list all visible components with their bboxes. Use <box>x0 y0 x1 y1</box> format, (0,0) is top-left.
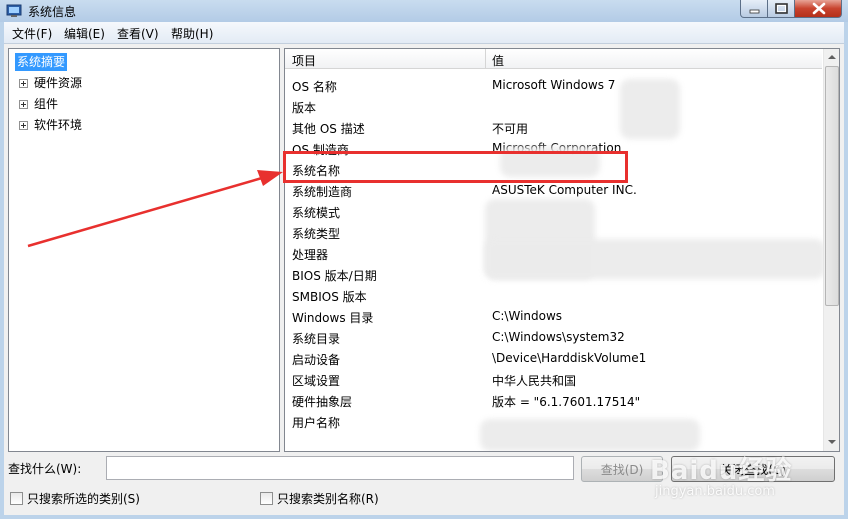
category-tree[interactable]: 系统摘要 硬件资源 组件 软件环境 <box>8 48 280 452</box>
menu-view[interactable]: 查看(V) <box>117 25 159 42</box>
privacy-blur <box>620 79 680 139</box>
tree-item-software[interactable]: 软件环境 <box>34 116 82 134</box>
window-title: 系统信息 <box>28 5 77 19</box>
row-value: 不可用 <box>492 122 529 136</box>
privacy-blur <box>480 419 700 451</box>
checkbox-box[interactable] <box>260 492 273 505</box>
checkbox-box[interactable] <box>10 492 23 505</box>
find-what-input[interactable] <box>106 456 574 480</box>
table-row[interactable]: SMBIOS 版本 <box>285 285 822 306</box>
close-icon <box>812 2 826 15</box>
row-item: 系统类型 <box>292 227 341 241</box>
row-value: ASUSTeK Computer INC. <box>492 183 637 197</box>
row-item: SMBIOS 版本 <box>292 290 367 304</box>
highlight-box <box>283 151 628 183</box>
table-row[interactable]: 系统目录 C:\Windows\system32 <box>285 327 822 348</box>
row-item: 区域设置 <box>292 374 341 388</box>
watermark-brand: Baidu经验 <box>650 456 793 486</box>
title-bar: 系统信息 <box>0 0 848 22</box>
table-row[interactable]: 其他 OS 描述 不可用 <box>285 117 822 138</box>
row-value: \Device\HarddiskVolume1 <box>492 351 647 365</box>
menu-edit[interactable]: 编辑(E) <box>64 25 105 42</box>
row-item: 系统制造商 <box>292 185 353 199</box>
row-item: 系统目录 <box>292 332 341 346</box>
scroll-down-icon[interactable] <box>824 434 840 450</box>
tree-item-components[interactable]: 组件 <box>34 95 58 113</box>
row-value: 中华人民共和国 <box>492 374 577 388</box>
table-row[interactable]: 系统制造商 ASUSTeK Computer INC. <box>285 180 822 201</box>
minimize-icon <box>749 9 760 14</box>
row-value: 版本 = "6.1.7601.17514" <box>492 395 641 409</box>
expand-icon[interactable] <box>19 100 28 109</box>
row-item: 版本 <box>292 101 317 115</box>
column-divider[interactable] <box>485 49 486 69</box>
checkbox-label: 只搜索类别名称(R) <box>277 492 379 506</box>
search-category-names-checkbox[interactable]: 只搜索类别名称(R) <box>260 490 379 507</box>
menu-help[interactable]: 帮助(H) <box>171 25 213 42</box>
vertical-scrollbar[interactable] <box>823 49 840 451</box>
list-header: 项目 值 <box>285 49 822 69</box>
row-item: Windows 目录 <box>292 311 374 325</box>
row-value: C:\Windows\system32 <box>492 330 625 344</box>
client-area: 系统摘要 硬件资源 组件 软件环境 项目 值 OS 名称 Microsoft Wi… <box>4 44 844 515</box>
row-item: 启动设备 <box>292 353 341 367</box>
row-item: 用户名称 <box>292 416 341 430</box>
column-header-value[interactable]: 值 <box>492 52 504 69</box>
table-row[interactable]: OS 名称 Microsoft Windows 7 <box>285 75 822 96</box>
privacy-blur <box>485 239 825 279</box>
minimize-button[interactable] <box>740 0 768 18</box>
menu-file[interactable]: 文件(F) <box>12 25 52 42</box>
table-row[interactable]: 区域设置 中华人民共和国 <box>285 369 822 390</box>
tree-item-system-summary[interactable]: 系统摘要 <box>15 53 68 71</box>
table-row[interactable]: 启动设备 \Device\HarddiskVolume1 <box>285 348 822 369</box>
search-selected-category-checkbox[interactable]: 只搜索所选的类别(S) <box>10 490 140 507</box>
watermark-url: jingyan.baidu.com <box>655 484 775 499</box>
table-row[interactable]: 版本 <box>285 96 822 117</box>
row-item: 系统模式 <box>292 206 341 220</box>
row-value: Microsoft Windows 7 <box>492 78 616 92</box>
details-list[interactable]: 项目 值 OS 名称 Microsoft Windows 7 版本 其他 OS 描… <box>284 48 840 452</box>
table-row[interactable]: 硬件抽象层 版本 = "6.1.7601.17514" <box>285 390 822 411</box>
maximize-icon <box>775 3 788 14</box>
table-row[interactable]: Windows 目录 C:\Windows <box>285 306 822 327</box>
expand-icon[interactable] <box>19 79 28 88</box>
menu-bar: 文件(F) 编辑(E) 查看(V) 帮助(H) <box>4 22 844 44</box>
system-info-icon <box>6 4 22 17</box>
row-item: 处理器 <box>292 248 329 262</box>
row-item: 硬件抽象层 <box>292 395 353 409</box>
find-what-label: 查找什么(W): <box>8 462 82 476</box>
expand-icon[interactable] <box>19 121 28 130</box>
close-button[interactable] <box>794 0 842 18</box>
tree-item-hardware[interactable]: 硬件资源 <box>34 74 82 92</box>
row-value: C:\Windows <box>492 309 563 323</box>
row-item: OS 名称 <box>292 80 337 94</box>
checkbox-label: 只搜索所选的类别(S) <box>27 492 140 506</box>
scrollbar-thumb[interactable] <box>825 66 839 306</box>
maximize-button[interactable] <box>767 0 795 18</box>
column-header-item[interactable]: 项目 <box>292 52 316 69</box>
row-item: BIOS 版本/日期 <box>292 269 377 283</box>
scroll-up-icon[interactable] <box>824 49 840 65</box>
row-item: 其他 OS 描述 <box>292 122 365 136</box>
